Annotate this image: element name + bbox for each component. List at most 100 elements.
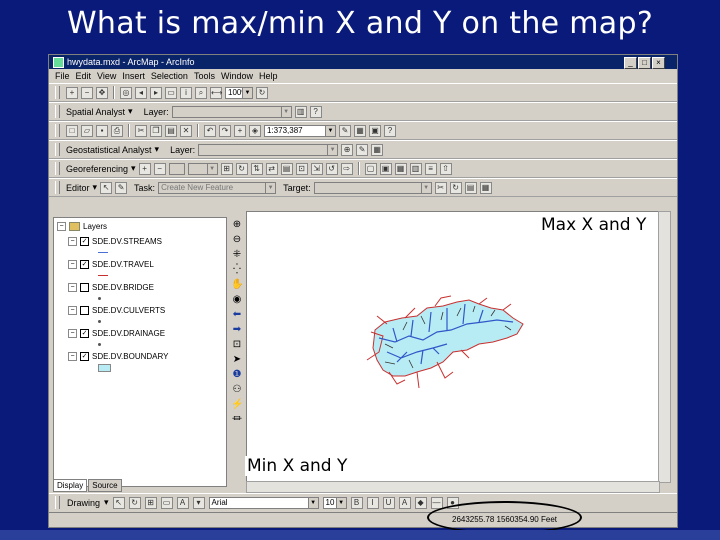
menu-window[interactable]: Window xyxy=(221,71,253,81)
copy-icon[interactable]: ❐ xyxy=(150,124,162,137)
table-icon[interactable]: ▦ xyxy=(394,162,407,175)
layer-visibility-checkbox[interactable]: ✓ xyxy=(80,259,89,269)
georef-layer-combo[interactable]: ▼ xyxy=(187,162,218,175)
layout-zoom-in-icon[interactable]: + xyxy=(138,162,151,175)
font-color-icon[interactable]: A xyxy=(398,496,411,509)
chevron-down-icon[interactable]: ▾ xyxy=(128,106,133,117)
geostatistical-menu[interactable]: Geostatistical Analyst xyxy=(66,145,152,155)
maximize-button[interactable]: □ xyxy=(638,57,651,69)
forward-arrow-icon[interactable]: ➡ xyxy=(231,324,243,336)
bold-icon[interactable]: B xyxy=(350,496,363,509)
target-combo[interactable]: ▼ xyxy=(313,181,432,194)
forward-extent-icon[interactable]: ▸ xyxy=(150,86,162,99)
measure-ruler-icon[interactable]: ⏛ xyxy=(231,414,243,426)
refresh-icon[interactable]: ↻ xyxy=(256,86,268,99)
map-vertical-scrollbar[interactable] xyxy=(658,211,671,483)
tab-source[interactable]: Source xyxy=(88,479,122,492)
link-table-icon[interactable]: ▤ xyxy=(280,162,293,175)
toc-layer-row[interactable]: − ✓ SDE.DV.DRAINAGE xyxy=(68,327,226,339)
chevron-down-icon[interactable]: ▼ xyxy=(335,497,346,508)
north-arrow-icon[interactable]: ⇧ xyxy=(439,162,452,175)
hyperlink-icon[interactable]: ⚡ xyxy=(231,399,243,411)
drawing-menu[interactable]: Drawing xyxy=(67,498,100,508)
layer-visibility-checkbox[interactable] xyxy=(80,282,89,292)
identify-info-icon[interactable]: ❶ xyxy=(231,369,243,381)
menu-view[interactable]: View xyxy=(97,71,116,81)
back-arrow-icon[interactable]: ⬅ xyxy=(231,309,243,321)
editor-menu[interactable]: Editor xyxy=(66,183,90,193)
zoom-in-fixed-icon[interactable]: + xyxy=(66,86,78,99)
chevron-down-icon[interactable]: ▼ xyxy=(265,182,276,193)
find-icon[interactable]: ⌕ xyxy=(195,86,207,99)
close-button[interactable]: × xyxy=(652,57,665,69)
scale-icon[interactable]: ⇲ xyxy=(310,162,323,175)
chevron-down-icon[interactable]: ▼ xyxy=(307,497,318,508)
text-tool-icon[interactable]: A xyxy=(176,496,189,509)
attributes-icon[interactable]: ▤ xyxy=(464,181,477,194)
auto-icon[interactable]: ⇨ xyxy=(340,162,353,175)
menu-help[interactable]: Help xyxy=(259,71,278,81)
zoom-in-icon[interactable]: ⊕ xyxy=(231,219,243,231)
toc-layer-row[interactable]: − SDE.DV.CULVERTS xyxy=(68,304,226,316)
menu-selection[interactable]: Selection xyxy=(151,71,188,81)
toc-layer-row[interactable]: − ✓ SDE.DV.BOUNDARY xyxy=(68,350,226,362)
collapse-icon[interactable]: − xyxy=(68,328,77,338)
select-elements-icon[interactable]: ⊡ xyxy=(231,339,243,351)
layout-icon[interactable]: ▣ xyxy=(379,162,392,175)
find-binoculars-icon[interactable]: ⚇ xyxy=(231,384,243,396)
chevron-down-icon[interactable]: ▼ xyxy=(327,144,338,155)
update-icon[interactable]: ↺ xyxy=(325,162,338,175)
chevron-down-icon[interactable]: ▼ xyxy=(325,125,335,136)
print-icon[interactable]: ⎙ xyxy=(111,124,123,137)
layer-visibility-checkbox[interactable]: ✓ xyxy=(80,236,89,246)
chart-icon[interactable]: ▥ xyxy=(409,162,422,175)
arc-tools-icon[interactable]: ◈ xyxy=(249,124,261,137)
toolbar-grip[interactable] xyxy=(55,124,60,137)
layer-visibility-checkbox[interactable]: ✓ xyxy=(80,351,89,361)
frame-icon[interactable]: ▢ xyxy=(364,162,377,175)
pan-icon[interactable]: ✥ xyxy=(96,86,108,99)
zoom-out-icon[interactable]: ⊖ xyxy=(231,234,243,246)
sketch-tool-icon[interactable]: ✎ xyxy=(115,181,128,194)
fixed-zoom-in-icon[interactable]: ⁜ xyxy=(231,249,243,261)
full-extent-icon[interactable]: ◎ xyxy=(120,86,132,99)
toolbar-grip[interactable] xyxy=(55,86,60,99)
fixed-zoom-out-icon[interactable]: ⁛ xyxy=(231,264,243,276)
rotate-element-icon[interactable]: ↻ xyxy=(128,496,141,509)
toolbar-grip[interactable] xyxy=(55,143,60,156)
toolbar-grip[interactable] xyxy=(55,162,60,175)
open-icon[interactable]: ▱ xyxy=(81,124,93,137)
italic-icon[interactable]: I xyxy=(366,496,379,509)
histogram-icon[interactable]: ▥ xyxy=(294,105,307,118)
task-combo[interactable]: Create New Feature ▼ xyxy=(158,181,277,194)
chevron-down-icon[interactable]: ▼ xyxy=(242,87,252,98)
menu-insert[interactable]: Insert xyxy=(122,71,145,81)
whats-this-icon[interactable]: ? xyxy=(384,124,396,137)
layer-visibility-checkbox[interactable] xyxy=(80,305,89,315)
toolbar-grip[interactable] xyxy=(55,105,60,118)
cut-icon[interactable]: ✂ xyxy=(135,124,147,137)
chevron-down-icon[interactable]: ▾ xyxy=(131,163,136,174)
text-style-icon[interactable]: ▾ xyxy=(192,496,205,509)
toolbar-grip[interactable] xyxy=(55,496,60,509)
map-scale-combo[interactable]: 1:373,387 ▼ xyxy=(264,124,336,137)
collapse-icon[interactable]: − xyxy=(68,236,77,246)
back-extent-icon[interactable]: ◂ xyxy=(135,86,147,99)
flip-icon[interactable]: ⇅ xyxy=(250,162,263,175)
font-size-combo[interactable]: 10 ▼ xyxy=(322,496,347,509)
tab-display[interactable]: Display xyxy=(53,479,88,492)
fit-icon[interactable]: ⊡ xyxy=(295,162,308,175)
split-tool-icon[interactable]: ✂ xyxy=(434,181,447,194)
arctoolbox-icon[interactable]: ▣ xyxy=(369,124,381,137)
collapse-icon[interactable]: − xyxy=(68,282,77,292)
minimize-button[interactable]: _ xyxy=(624,57,637,69)
geostatistical-layer-combo[interactable]: ▼ xyxy=(198,143,339,156)
chevron-down-icon[interactable]: ▾ xyxy=(155,144,160,155)
shift-icon[interactable]: ⇄ xyxy=(265,162,278,175)
chevron-down-icon[interactable]: ▼ xyxy=(206,163,217,174)
pan-hand-icon[interactable]: ✋ xyxy=(231,279,243,291)
font-combo[interactable]: Arial ▼ xyxy=(208,496,319,509)
save-icon[interactable]: ▪ xyxy=(96,124,108,137)
toc-layer-row[interactable]: − SDE.DV.BRIDGE xyxy=(68,281,226,293)
toolbar-grip[interactable] xyxy=(55,181,60,194)
